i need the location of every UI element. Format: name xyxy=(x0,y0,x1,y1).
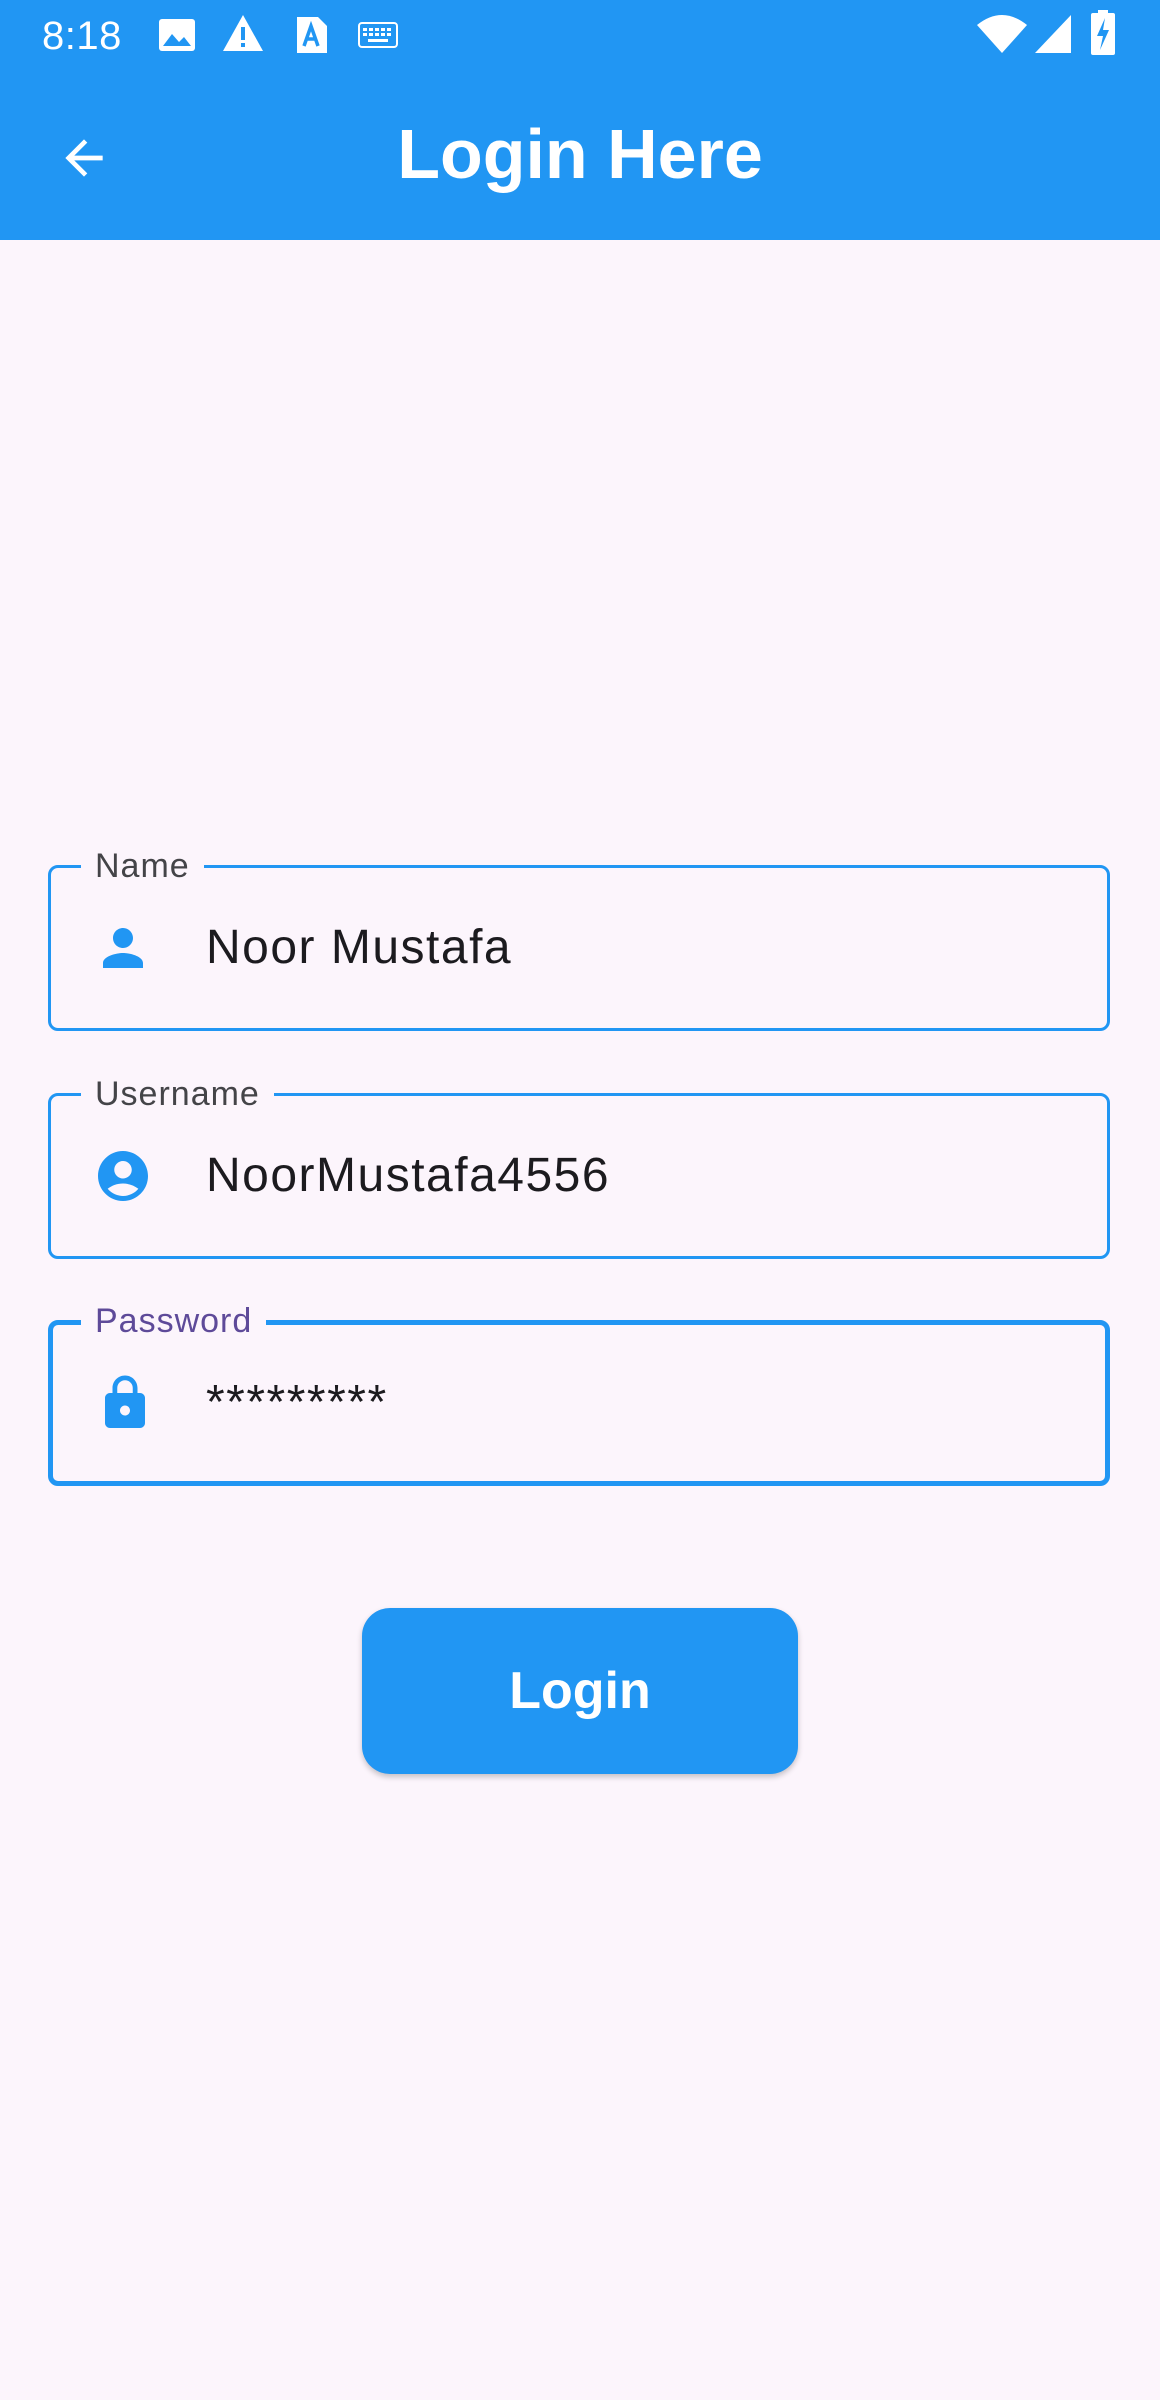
username-field[interactable]: Username NoorMustafa4556 xyxy=(48,1072,1110,1259)
lock-icon xyxy=(105,1375,145,1428)
keyboard-icon xyxy=(358,22,398,48)
cellular-signal-icon xyxy=(1035,15,1071,53)
text-a-icon xyxy=(297,17,327,53)
username-field-label: Username xyxy=(81,1072,274,1116)
name-field-label: Name xyxy=(81,844,204,888)
image-icon xyxy=(159,19,195,51)
warning-icon xyxy=(223,15,263,51)
status-time: 8:18 xyxy=(42,14,122,58)
status-bar: 8:18 xyxy=(0,0,1160,72)
account-circle-icon xyxy=(98,1151,148,1201)
app-bar: 8:18 Login Here xyxy=(0,0,1160,240)
login-button[interactable]: Login xyxy=(362,1608,798,1774)
page-title: Login Here xyxy=(397,115,763,193)
person-icon xyxy=(103,928,143,968)
name-field[interactable]: Name Noor Mustafa xyxy=(48,844,1110,1031)
name-input[interactable]: Noor Mustafa xyxy=(206,918,1077,978)
password-field[interactable]: Password ********* xyxy=(48,1299,1110,1486)
wifi-icon xyxy=(977,15,1027,53)
username-input[interactable]: NoorMustafa4556 xyxy=(206,1146,1077,1206)
battery-charging-icon xyxy=(1091,10,1115,55)
password-field-label: Password xyxy=(81,1299,267,1343)
password-input[interactable]: ********* xyxy=(206,1373,1075,1433)
